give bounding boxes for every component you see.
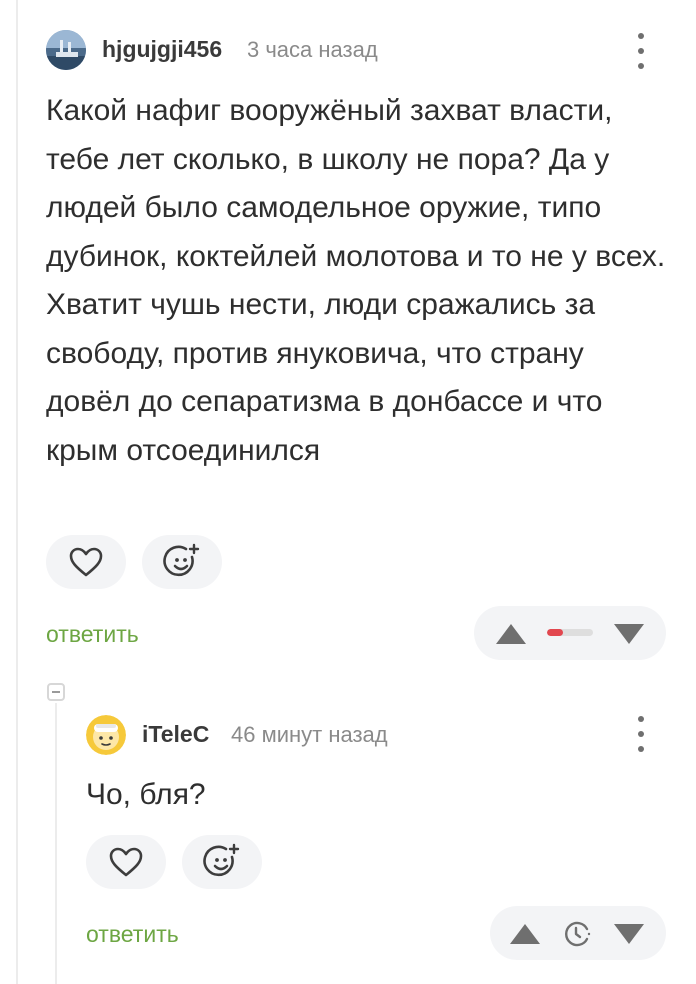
rating-negative-fill bbox=[547, 629, 564, 636]
user-avatar[interactable] bbox=[46, 30, 86, 70]
arrow-down-icon[interactable] bbox=[612, 922, 646, 946]
reply-username[interactable]: iTeleC bbox=[142, 721, 209, 748]
clock-icon bbox=[565, 921, 591, 947]
reply-link[interactable]: ответить bbox=[86, 921, 179, 948]
heart-icon bbox=[109, 847, 143, 877]
avatar-image bbox=[46, 30, 86, 70]
comment-username[interactable]: hjgujgji456 bbox=[102, 36, 222, 63]
reply-text: Чо, бля? bbox=[86, 778, 206, 811]
reply-thread-line bbox=[55, 703, 57, 984]
add-reaction-button[interactable] bbox=[142, 535, 222, 589]
like-button[interactable] bbox=[46, 535, 126, 589]
reply-user-avatar[interactable] bbox=[86, 715, 126, 755]
like-button[interactable] bbox=[86, 835, 166, 889]
arrow-up-icon[interactable] bbox=[494, 622, 528, 646]
collapse-thread-button[interactable] bbox=[47, 683, 65, 701]
more-vertical-icon[interactable] bbox=[631, 33, 651, 69]
comment-text: Какой нафиг вооружёный захват власти, те… bbox=[46, 94, 666, 467]
rating-bar bbox=[547, 629, 593, 636]
more-vertical-icon[interactable] bbox=[631, 716, 651, 752]
comment-timestamp[interactable]: 3 часа назад bbox=[247, 37, 378, 63]
reply-timestamp[interactable]: 46 минут назад bbox=[231, 722, 388, 748]
avatar-image bbox=[86, 715, 126, 755]
arrow-down-icon[interactable] bbox=[612, 622, 646, 646]
thread-line bbox=[16, 0, 18, 984]
add-reaction-button[interactable] bbox=[182, 835, 262, 889]
reply-link[interactable]: ответить bbox=[46, 621, 139, 648]
arrow-up-icon[interactable] bbox=[508, 922, 542, 946]
heart-icon bbox=[69, 547, 103, 577]
smile-plus-icon bbox=[203, 843, 240, 877]
smile-plus-icon bbox=[163, 543, 200, 577]
